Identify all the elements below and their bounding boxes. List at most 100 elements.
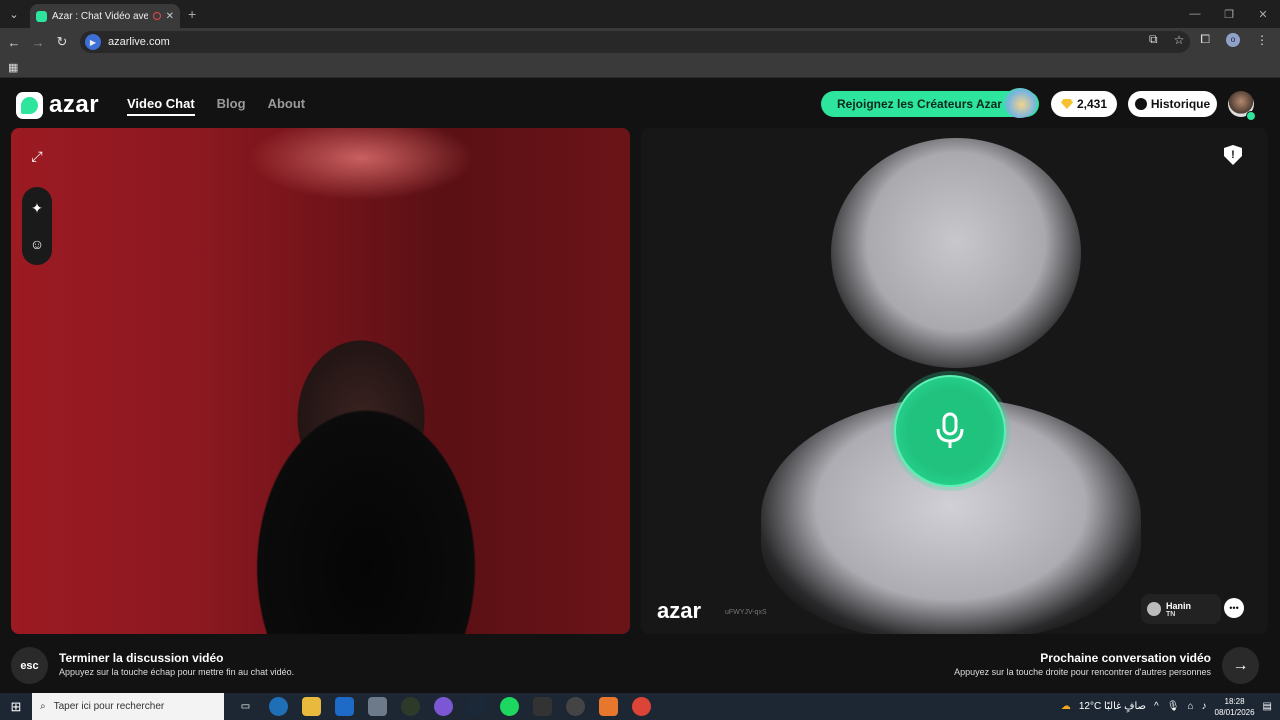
nav-about[interactable]: About bbox=[268, 96, 306, 116]
tray-chevron-icon[interactable]: ^ bbox=[1154, 701, 1159, 712]
online-status-icon bbox=[1246, 111, 1256, 121]
bookmarks-bar: ▦ bbox=[0, 56, 1280, 78]
site-header: azar Video Chat Blog About Rejoignez les… bbox=[0, 79, 1280, 129]
clock-date: 08/01/2026 bbox=[1214, 707, 1255, 717]
effects-sparkle-icon[interactable]: ✦ bbox=[22, 193, 52, 223]
app-icon-4[interactable] bbox=[566, 697, 585, 716]
network-icon[interactable]: ⌂ bbox=[1187, 701, 1193, 712]
task-view-icon[interactable]: ▭ bbox=[236, 697, 255, 716]
new-tab-button[interactable]: + bbox=[188, 6, 196, 22]
forward-icon[interactable]: → bbox=[26, 35, 50, 50]
file-explorer-icon[interactable] bbox=[302, 697, 321, 716]
weather-text[interactable]: 12°C صافٍ غالبًا bbox=[1079, 701, 1146, 712]
url-text: azarlive.com bbox=[108, 36, 170, 48]
logo-text: azar bbox=[49, 91, 100, 118]
taskbar-search[interactable]: ⌕ Taper ici pour rechercher bbox=[32, 693, 224, 720]
maximize-button[interactable]: ❐ bbox=[1212, 0, 1246, 28]
search-placeholder: Taper ici pour rechercher bbox=[53, 701, 165, 712]
chat-bubble-icon[interactable]: ••• bbox=[1224, 598, 1244, 618]
clock-icon bbox=[1134, 98, 1147, 110]
chrome-icon[interactable] bbox=[632, 697, 651, 716]
apps-grid-icon[interactable]: ▦ bbox=[8, 61, 18, 74]
next-chat-title: Prochaine conversation vidéo bbox=[1040, 651, 1211, 665]
clock-time: 18:28 bbox=[1224, 696, 1245, 706]
watermark-id: uFWYJV-qxS bbox=[725, 609, 767, 616]
local-video bbox=[11, 128, 630, 634]
extensions-icon[interactable]: ⧠ bbox=[1200, 32, 1210, 47]
report-shield-icon[interactable]: ! bbox=[1224, 145, 1242, 165]
end-chat-title: Terminer la discussion vidéo bbox=[59, 651, 224, 665]
app-icon-5[interactable] bbox=[599, 697, 618, 716]
reload-icon[interactable]: ↻ bbox=[50, 34, 74, 50]
minimize-button[interactable]: — bbox=[1178, 0, 1212, 28]
azar-favicon-icon bbox=[36, 10, 47, 22]
taskbar-apps: ▭ bbox=[236, 697, 651, 716]
tab-search-icon[interactable]: ⌄ bbox=[0, 0, 28, 28]
peer-info[interactable]: Hanin TN bbox=[1141, 594, 1221, 624]
clock[interactable]: 18:28 08/01/2026 bbox=[1215, 696, 1255, 718]
close-window-button[interactable]: ✕ bbox=[1246, 0, 1280, 28]
app-icon-3[interactable] bbox=[533, 697, 552, 716]
main-nav: Video Chat Blog About bbox=[127, 96, 305, 116]
window-controls: — ❐ ✕ bbox=[1178, 0, 1280, 28]
creators-badge-icon bbox=[1003, 88, 1037, 118]
browser-tab[interactable]: Azar : Chat Vidéo avec de n ✕ bbox=[30, 4, 180, 28]
address-bar-row: ← → ↻ ▶ azarlive.com ⧉ ☆ ⧠ o ⋮ bbox=[0, 28, 1280, 56]
placeholder-head bbox=[831, 138, 1081, 368]
bottom-controls: esc Terminer la discussion vidéo Appuyez… bbox=[0, 637, 1280, 693]
next-chat-hint: Appuyez sur la touche droite pour rencon… bbox=[954, 667, 1211, 677]
azar-logo-icon bbox=[16, 91, 43, 119]
fullscreen-icon[interactable]: ⤢ bbox=[24, 143, 50, 169]
back-icon[interactable]: ← bbox=[2, 35, 26, 50]
app-icon-1[interactable] bbox=[401, 697, 420, 716]
gem-icon bbox=[1060, 99, 1073, 109]
peer-name: Hanin bbox=[1166, 600, 1192, 611]
microphone-icon bbox=[936, 412, 964, 448]
end-chat-button[interactable]: esc bbox=[11, 647, 48, 684]
site-info-icon[interactable]: ▶ bbox=[85, 34, 101, 50]
tab-title: Azar : Chat Vidéo avec de n bbox=[52, 10, 148, 22]
peer-avatar-icon bbox=[1147, 602, 1161, 616]
join-creators-label: Rejoignez les Créateurs Azar bbox=[837, 97, 1002, 111]
azar-page: azar Video Chat Blog About Rejoignez les… bbox=[0, 79, 1280, 693]
close-tab-icon[interactable]: ✕ bbox=[166, 11, 174, 22]
history-button[interactable]: Historique bbox=[1128, 91, 1217, 117]
nav-video-chat[interactable]: Video Chat bbox=[127, 96, 195, 116]
microphone-button[interactable] bbox=[894, 375, 1006, 487]
face-filter-icon[interactable]: ☺ bbox=[22, 229, 52, 259]
next-chat-button[interactable]: → bbox=[1222, 647, 1259, 684]
url-field[interactable]: ▶ azarlive.com bbox=[80, 31, 1190, 53]
remote-video: ! azar uFWYJV-qxS Hanin TN ••• bbox=[641, 128, 1268, 634]
nav-blog[interactable]: Blog bbox=[217, 96, 246, 116]
windows-taskbar: ⊞ ⌕ Taper ici pour rechercher ▭ ☁ 12°C ص… bbox=[0, 693, 1280, 720]
install-app-icon[interactable]: ⧉ bbox=[1149, 32, 1158, 47]
windows-start-icon[interactable]: ⊞ bbox=[0, 699, 32, 715]
profile-icon[interactable]: o bbox=[1226, 32, 1240, 47]
system-tray: ☁ 12°C صافٍ غالبًا ^ 🎙 ⌂ ♪ 18:28 08/01/2… bbox=[1061, 693, 1280, 720]
peer-country: TN bbox=[1166, 610, 1176, 618]
steam-icon[interactable] bbox=[467, 697, 486, 716]
bookmark-star-icon[interactable]: ☆ bbox=[1174, 33, 1185, 47]
azar-logo[interactable]: azar bbox=[16, 91, 99, 119]
volume-icon[interactable]: ♪ bbox=[1202, 701, 1207, 712]
recording-icon bbox=[152, 12, 161, 20]
spotify-icon[interactable] bbox=[500, 697, 519, 716]
search-icon: ⌕ bbox=[40, 701, 46, 712]
outlook-icon[interactable] bbox=[335, 697, 354, 716]
video-tools-panel: ✦ ☺ bbox=[22, 187, 52, 265]
app-icon-2[interactable] bbox=[434, 697, 453, 716]
video-watermark: azar bbox=[657, 598, 702, 623]
history-label: Historique bbox=[1150, 97, 1211, 111]
weather-icon[interactable]: ☁ bbox=[1061, 701, 1071, 712]
menu-icon[interactable]: ⋮ bbox=[1256, 33, 1268, 47]
user-avatar[interactable] bbox=[1228, 91, 1256, 121]
notifications-icon[interactable]: ▤ bbox=[1263, 701, 1272, 712]
edge-icon[interactable] bbox=[269, 697, 288, 716]
browser-tab-bar: ⌄ Azar : Chat Vidéo avec de n ✕ + — ❐ ✕ bbox=[0, 0, 1280, 28]
mic-tray-icon[interactable]: 🎙 bbox=[1167, 701, 1180, 712]
join-creators-button[interactable]: Rejoignez les Créateurs Azar bbox=[821, 88, 1039, 118]
end-chat-hint: Appuyez sur la touche échap pour mettre … bbox=[59, 667, 295, 677]
gems-count: 2,431 bbox=[1076, 97, 1108, 111]
gems-button[interactable]: 2,431 bbox=[1051, 91, 1117, 117]
store-icon[interactable] bbox=[368, 697, 387, 716]
